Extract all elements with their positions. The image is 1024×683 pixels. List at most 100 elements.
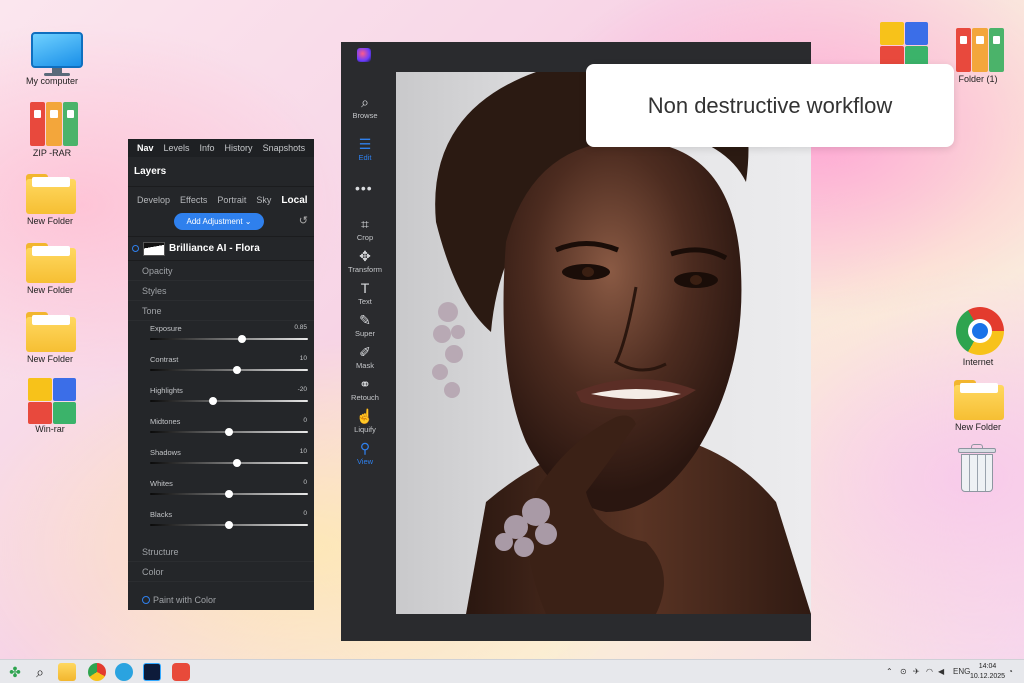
luminar-logo-icon: [357, 48, 371, 62]
winrar-icon: [878, 22, 928, 68]
nav-tab-history[interactable]: History: [220, 143, 258, 153]
retouch-icon: ⚭: [359, 376, 371, 392]
desktop-icon-label: New Folder: [954, 422, 1001, 432]
photo-canvas[interactable]: [396, 72, 811, 614]
desktop-icon-new-folder-right[interactable]: New Folder: [942, 376, 1014, 432]
section-structure[interactable]: Structure: [128, 542, 314, 562]
tool-label: Liquify: [354, 425, 376, 434]
paint-with-color-label: Paint with Color: [153, 595, 217, 605]
view-icon: ⚲: [359, 440, 371, 456]
telegram-icon[interactable]: [115, 663, 133, 681]
slider-knob[interactable]: [209, 397, 218, 405]
layer-visibility-icon[interactable]: [132, 245, 139, 252]
paint-icon: [142, 596, 150, 604]
nav-tab-snapshots[interactable]: Snapshots: [258, 143, 311, 153]
tool-liquify[interactable]: ☝ Liquify: [341, 408, 389, 434]
tool-tab-portrait[interactable]: Portrait: [212, 195, 251, 205]
folder-icon: [26, 170, 76, 214]
reset-icon[interactable]: ↺: [299, 214, 308, 227]
tool-mask[interactable]: ✐ Mask: [341, 344, 389, 370]
desktop-icon-new-folder-2[interactable]: New Folder: [14, 239, 86, 295]
notification-bell-icon[interactable]: ◔: [1008, 660, 1013, 683]
tool-browse[interactable]: ⌕ Browse: [341, 94, 389, 120]
desktop-icon-new-folder-3[interactable]: New Folder: [14, 308, 86, 364]
slider-knob[interactable]: [232, 366, 241, 374]
search-icon[interactable]: ⌕: [31, 663, 49, 681]
photoshop-icon[interactable]: [143, 663, 161, 681]
tray-language[interactable]: ENG: [953, 660, 970, 683]
desktop-icon-internet[interactable]: Internet: [942, 307, 1014, 367]
folder-icon: [26, 308, 76, 352]
nav-tab-levels[interactable]: Levels: [159, 143, 195, 153]
paint-with-color[interactable]: Paint with Color: [128, 590, 314, 610]
taskbar-clock[interactable]: 14:04 10.12.2025: [970, 662, 1005, 682]
tool-label: Browse: [352, 111, 378, 120]
section-color[interactable]: Color: [128, 562, 314, 582]
slider-value: -20: [297, 386, 307, 393]
slider-knob[interactable]: [237, 335, 246, 343]
slider-value: 10: [299, 448, 307, 455]
chrome-taskbar-icon[interactable]: [88, 663, 106, 681]
start-icon[interactable]: ✤: [6, 663, 24, 681]
slider-knob[interactable]: [225, 490, 233, 498]
text-icon: T: [360, 280, 370, 296]
section-styles[interactable]: Styles: [128, 281, 314, 301]
tray-telegram-icon[interactable]: ✈: [913, 660, 920, 683]
tool-super[interactable]: ✎ Super: [341, 312, 389, 338]
mask-icon: ✐: [359, 344, 371, 360]
tool-label: Super: [354, 329, 375, 338]
tray-chevron-icon[interactable]: ⌃: [886, 660, 893, 683]
section-opacity[interactable]: Opacity: [128, 261, 314, 281]
slider-knob[interactable]: [225, 428, 233, 436]
tool-tab-local[interactable]: Local: [276, 195, 312, 206]
transform-icon: ✥: [359, 248, 371, 264]
app-icon[interactable]: [172, 663, 190, 681]
slider-track[interactable]: [150, 338, 308, 340]
slider-track[interactable]: [150, 369, 308, 371]
slider-shadows: Shadows 10: [128, 445, 314, 476]
tool-label: View: [356, 457, 374, 466]
desktop-icon-winrar-top[interactable]: [866, 22, 938, 68]
panel-nav-tabs: Nav Levels Info History Snapshots: [128, 139, 314, 157]
tool-label: Edit: [358, 153, 372, 162]
trash-icon: [952, 444, 1000, 492]
desktop-icon-recycle-bin[interactable]: [940, 444, 1012, 492]
tool-tab-sky[interactable]: Sky: [251, 195, 276, 205]
tool-tab-develop[interactable]: Develop: [132, 195, 175, 205]
tray-wifi-icon[interactable]: ◠: [926, 660, 933, 683]
tool-view[interactable]: ⚲ View: [341, 440, 389, 466]
desktop-icon-my-computer[interactable]: My computer: [16, 30, 88, 86]
tool-tab-effects[interactable]: Effects: [175, 195, 212, 205]
tool-label: Crop: [356, 233, 374, 242]
more-icon[interactable]: •••: [355, 180, 373, 196]
slider-label: Midtones: [150, 417, 181, 426]
tool-edit[interactable]: ☰ Edit: [341, 136, 389, 162]
tray-network-icon[interactable]: ⊙: [900, 660, 907, 683]
desktop-icon-new-folder-1[interactable]: New Folder: [14, 170, 86, 226]
tool-crop[interactable]: ⌗ Crop: [341, 216, 389, 242]
layer-row[interactable]: Brilliance AI - Flora: [128, 237, 314, 261]
tool-text[interactable]: T Text: [341, 280, 389, 306]
desktop-icon-zip-rar[interactable]: ZIP -RAR: [16, 102, 88, 158]
slider-track[interactable]: [150, 462, 308, 464]
nav-tab-nav[interactable]: Nav: [132, 143, 159, 153]
slider-value: 10: [299, 355, 307, 362]
tray-volume-icon[interactable]: ◀: [938, 660, 944, 683]
slider-knob[interactable]: [232, 459, 241, 467]
desktop-icon-win-rar[interactable]: Win-rar: [14, 378, 86, 434]
tool-retouch[interactable]: ⚭ Retouch: [341, 376, 389, 402]
desktop-icon-label: New Folder: [26, 216, 73, 226]
nav-tab-info[interactable]: Info: [195, 143, 220, 153]
layers-panel: Nav Levels Info History Snapshots Layers Dev…: [128, 139, 314, 610]
add-adjustment-button[interactable]: Add Adjustment ⌄: [174, 213, 264, 230]
folder-icon: [26, 239, 76, 283]
slider-track[interactable]: [150, 400, 308, 402]
section-tone[interactable]: Tone: [128, 301, 314, 321]
file-explorer-icon[interactable]: [58, 663, 76, 681]
slider-knob[interactable]: [225, 521, 233, 529]
tool-label: Mask: [356, 361, 374, 370]
taskbar: ✤ ⌕ ⌃ ⊙ ✈ ◠ ◀ ENG 14:04 10.12.2025 ◔: [0, 659, 1024, 683]
tool-transform[interactable]: ✥ Transform: [341, 248, 389, 274]
clock-time: 14:04: [978, 663, 997, 670]
slider-value: 0: [303, 417, 307, 424]
